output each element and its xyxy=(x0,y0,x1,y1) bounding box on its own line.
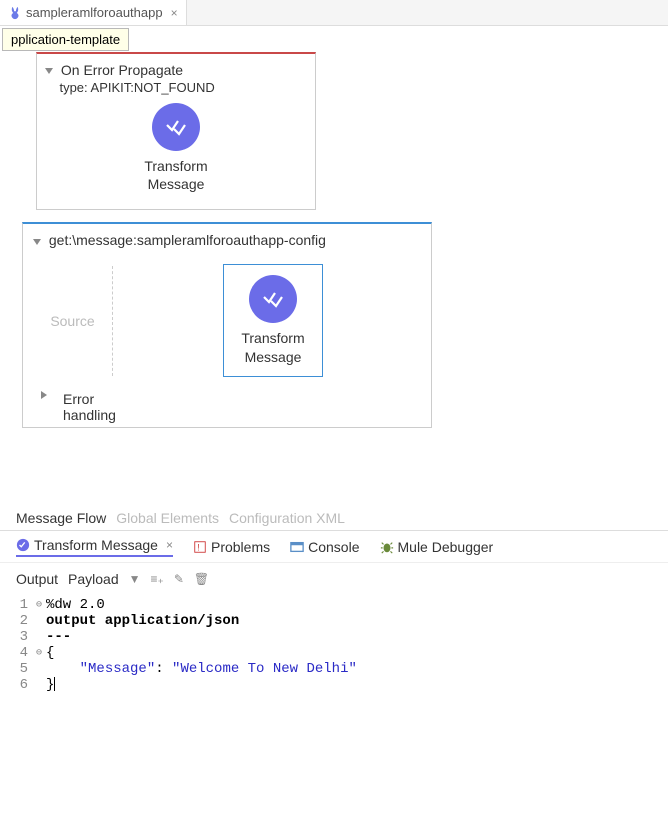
expand-icon[interactable]: ≡₊ xyxy=(151,572,164,586)
panel-tabs: Transform Message × ! Problems Console M… xyxy=(0,531,668,563)
console-icon xyxy=(290,540,304,554)
editor-view-tabs: Message Flow Global Elements Configurati… xyxy=(0,506,668,530)
editor-file-tabs: sampleramlforoauthapp × xyxy=(0,0,668,26)
error-flow-subtitle: type: APIKIT:NOT_FOUND xyxy=(59,80,214,95)
flow-canvas[interactable]: On Error Propagate type: APIKIT:NOT_FOUN… xyxy=(0,26,668,506)
edit-icon[interactable]: ✎ xyxy=(174,572,184,586)
error-flow-title: On Error Propagate xyxy=(61,62,183,78)
collapse-toggle-icon[interactable] xyxy=(45,68,53,74)
bottom-panel: Transform Message × ! Problems Console M… xyxy=(0,530,668,703)
transform-message-node-selected[interactable]: TransformMessage xyxy=(223,264,323,376)
transform-icon xyxy=(249,275,297,323)
tab-global-elements[interactable]: Global Elements xyxy=(116,510,219,526)
svg-text:!: ! xyxy=(197,542,199,552)
error-handling-section[interactable]: Error handling xyxy=(33,385,421,423)
code-editor[interactable]: 1⊖%dw 2.0 2output application/json 3--- … xyxy=(0,595,668,703)
tab-transform-message[interactable]: Transform Message × xyxy=(16,537,173,557)
close-icon[interactable]: × xyxy=(166,538,173,552)
bug-icon xyxy=(380,540,394,554)
tab-console[interactable]: Console xyxy=(290,539,359,555)
file-tab[interactable]: sampleramlforoauthapp × xyxy=(0,0,187,25)
error-flow-box[interactable]: On Error Propagate type: APIKIT:NOT_FOUN… xyxy=(36,52,316,210)
process-area[interactable]: TransformMessage xyxy=(125,256,421,384)
source-drop-area[interactable]: Source xyxy=(33,266,113,376)
dropdown-icon[interactable]: ▼ xyxy=(129,572,141,586)
tab-message-flow[interactable]: Message Flow xyxy=(16,510,106,526)
tab-problems[interactable]: ! Problems xyxy=(193,539,270,555)
tab-configuration-xml[interactable]: Configuration XML xyxy=(229,510,345,526)
file-tab-label: sampleramlforoauthapp xyxy=(26,5,163,20)
flow-title: get:\message:sampleramlforoauthapp-confi… xyxy=(49,232,326,248)
payload-label: Payload xyxy=(68,571,119,587)
collapse-toggle-icon[interactable] xyxy=(33,239,41,245)
delete-icon[interactable]: 🗑 xyxy=(194,572,209,586)
expand-toggle-icon[interactable] xyxy=(41,391,47,399)
output-toolbar: Output Payload ▼ ≡₊ ✎ 🗑 xyxy=(0,563,668,595)
output-label: Output xyxy=(16,571,58,587)
transform-icon xyxy=(152,103,200,151)
tab-mule-debugger[interactable]: Mule Debugger xyxy=(380,539,494,555)
problems-icon: ! xyxy=(193,540,207,554)
transform-icon xyxy=(16,538,30,552)
close-icon[interactable]: × xyxy=(171,6,178,20)
tooltip: pplication-template xyxy=(2,28,129,51)
main-flow-box[interactable]: get:\message:sampleramlforoauthapp-confi… xyxy=(22,222,432,427)
transform-message-node[interactable]: TransformMessage xyxy=(126,103,226,193)
rabbit-icon xyxy=(8,6,22,20)
